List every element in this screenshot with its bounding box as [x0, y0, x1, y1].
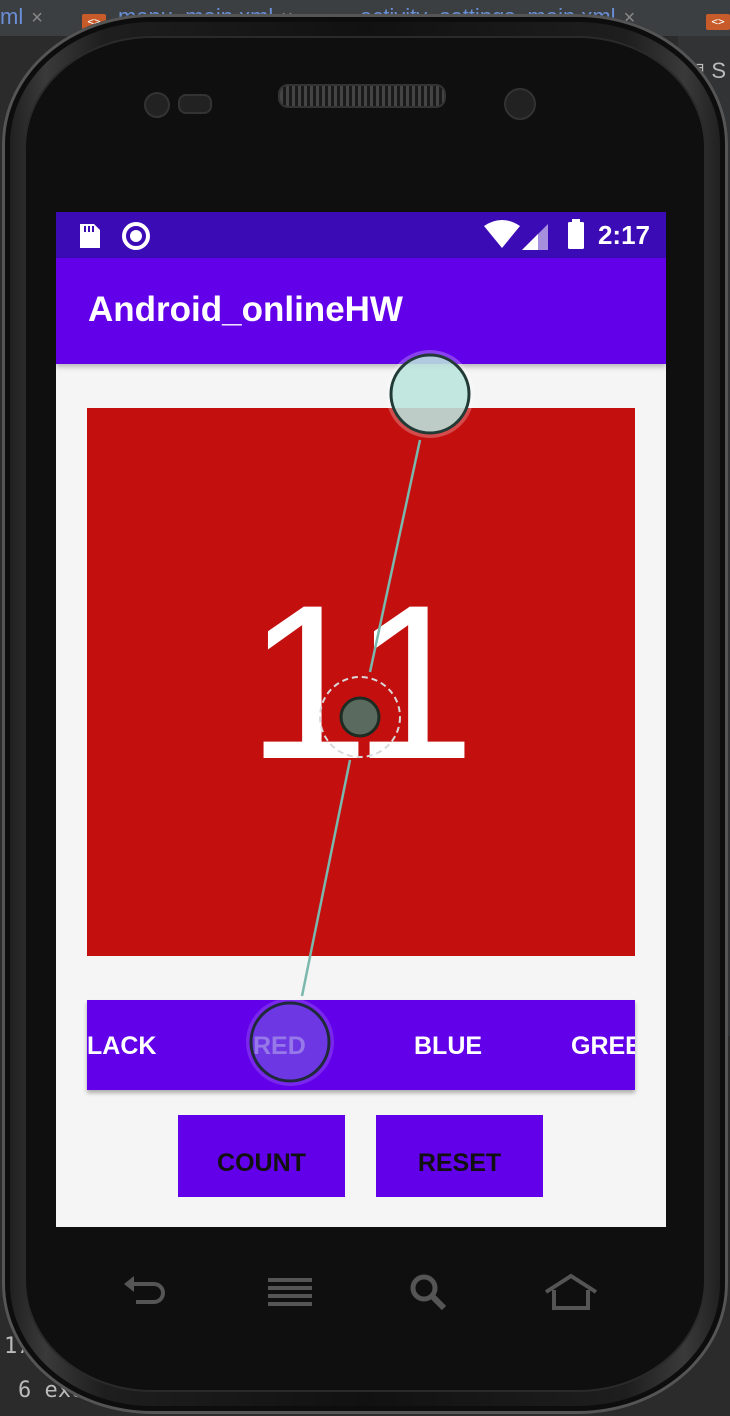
status-bar: 2:17 — [56, 212, 666, 258]
front-camera-icon — [504, 88, 536, 120]
search-icon[interactable] — [406, 1272, 454, 1312]
close-icon[interactable]: × — [31, 7, 43, 29]
tab-black[interactable]: LACK — [87, 1000, 156, 1090]
battery-icon — [568, 219, 584, 249]
menu-icon[interactable] — [266, 1272, 314, 1312]
xml-file-icon: <> — [706, 14, 730, 30]
app-title: Android_onlineHW — [88, 290, 403, 329]
proximity-sensor-icon — [178, 94, 212, 114]
app-bar: Android_onlineHW — [56, 258, 666, 364]
sensor-icon — [144, 92, 170, 118]
wifi-icon — [484, 220, 520, 248]
earpiece-speaker — [278, 84, 446, 108]
home-icon[interactable] — [542, 1272, 600, 1312]
tab-green[interactable]: GREE — [571, 1000, 635, 1090]
status-icons — [80, 219, 584, 250]
ide-tab-ml[interactable]: ml × — [0, 4, 43, 30]
back-icon[interactable] — [120, 1272, 168, 1312]
structure-label: S — [711, 58, 726, 83]
status-time: 2:17 — [597, 220, 650, 250]
sync-circle-icon — [122, 222, 150, 250]
tab-blue[interactable]: BLUE — [414, 1000, 482, 1090]
count-button[interactable]: COUNT — [178, 1115, 345, 1197]
device-screen: 2:17 Android_onlineHW 11 LACK RED BLUE G… — [56, 212, 666, 1227]
ide-tab-label: ml — [0, 4, 24, 29]
counter-display[interactable]: 11 — [87, 408, 635, 956]
color-tab-strip[interactable]: LACK RED BLUE GREE — [87, 1000, 635, 1090]
counter-value: 11 — [246, 559, 476, 805]
sd-card-icon — [80, 224, 100, 248]
tab-red[interactable]: RED — [253, 1000, 306, 1090]
reset-button[interactable]: RESET — [376, 1115, 543, 1197]
